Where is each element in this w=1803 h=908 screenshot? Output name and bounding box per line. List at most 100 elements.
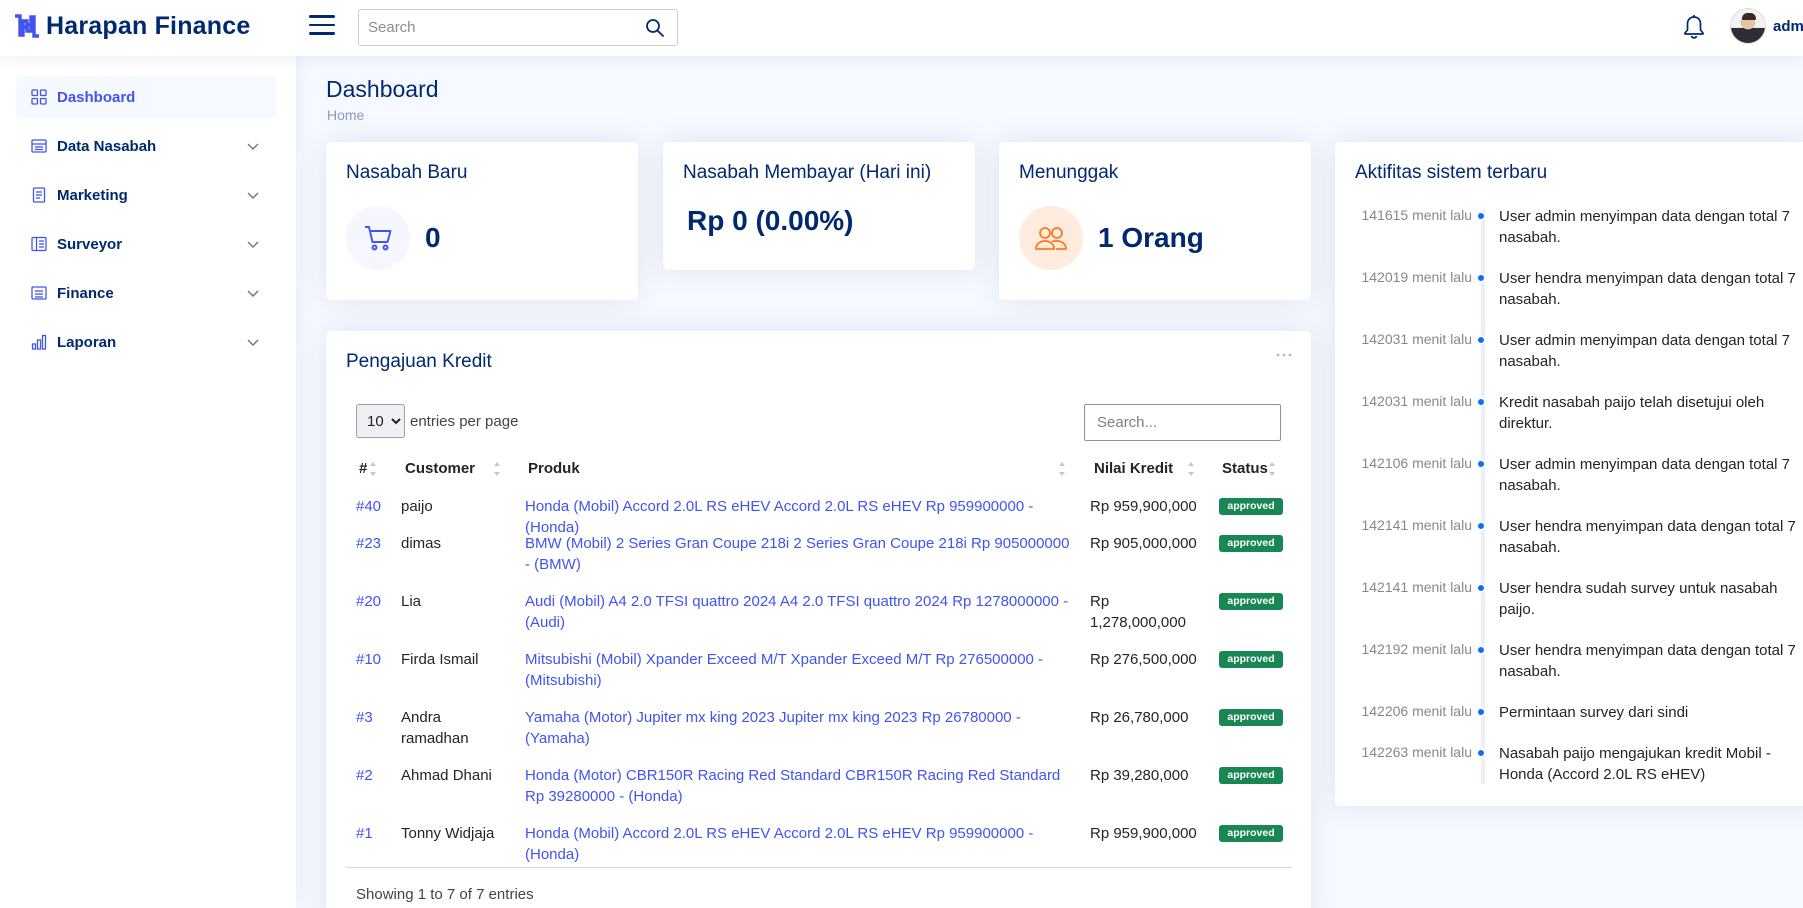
row-amount: Rp 1,278,000,000	[1090, 593, 1186, 631]
row-id-link[interactable]: #2	[356, 765, 373, 786]
timeline-dot	[1476, 397, 1486, 407]
activity-time: 142031 menit lalu	[1361, 331, 1472, 347]
user-name[interactable]: admin	[1773, 18, 1803, 35]
row-product-link[interactable]: Honda (Mobil) Accord 2.0L RS eHEV Accord…	[525, 823, 1073, 865]
sidebar-item-dashboard[interactable]: Dashboard	[16, 76, 276, 118]
timeline-dot	[1476, 335, 1486, 345]
nasabah-baru-card: Nasabah Baru 0	[326, 142, 638, 300]
activity-time: 142031 menit lalu	[1361, 393, 1472, 409]
layout-icon	[31, 236, 47, 252]
grid-icon	[31, 89, 47, 105]
timeline-dot	[1476, 748, 1486, 758]
timeline-dot	[1476, 273, 1486, 283]
breadcrumb[interactable]: Home	[327, 107, 364, 123]
status-badge: approved	[1219, 498, 1283, 515]
brand-name: Harapan Finance	[46, 12, 251, 40]
activity-time: 142141 menit lalu	[1361, 579, 1472, 595]
sidebar: Dashboard Data Nasabah Marketing Surveyo…	[0, 56, 296, 908]
brand-logo[interactable]: Harapan Finance	[14, 12, 250, 40]
sidebar-item-marketing[interactable]: Marketing	[16, 174, 276, 216]
menunggak-card: Menunggak 1 Orang	[999, 142, 1311, 300]
avatar[interactable]	[1730, 8, 1766, 44]
activity-text: User admin menyimpan data dengan total 7…	[1499, 208, 1791, 246]
sidebar-item-label: Surveyor	[57, 235, 123, 253]
row-amount: Rp 26,780,000	[1090, 709, 1189, 726]
table-search-input[interactable]	[1084, 404, 1281, 441]
row-customer: Ahmad Dhani	[401, 767, 492, 784]
column-header-nilai-kredit[interactable]: Nilai Kredit	[1094, 460, 1173, 477]
sort-icon[interactable]	[493, 458, 501, 480]
sidebar-item-data-nasabah[interactable]: Data Nasabah	[16, 125, 276, 167]
sidebar-item-label: Laporan	[57, 333, 117, 351]
card-list-icon	[31, 286, 47, 300]
sort-icon[interactable]	[369, 458, 377, 480]
row-id-link[interactable]: #40	[356, 496, 381, 517]
stat-value: 0	[425, 222, 441, 253]
stat-icon-wrap	[346, 206, 410, 270]
column-header-id[interactable]: #	[359, 460, 367, 477]
row-id-link[interactable]: #23	[356, 533, 381, 554]
activity-text: User hendra menyimpan data dengan total …	[1499, 642, 1796, 680]
stat-icon-wrap	[1019, 206, 1083, 270]
bell-icon[interactable]	[1682, 14, 1706, 40]
sort-icon[interactable]	[1268, 458, 1276, 480]
sidebar-item-finance[interactable]: Finance	[16, 272, 276, 314]
activity-text: User hendra menyimpan data dengan total …	[1499, 518, 1796, 556]
activity-text: Permintaan survey dari sindi	[1499, 704, 1689, 721]
sidebar-item-surveyor[interactable]: Surveyor	[16, 223, 276, 265]
timeline-dot	[1476, 583, 1486, 593]
search-input[interactable]	[359, 10, 629, 45]
sidebar-item-label: Data Nasabah	[57, 137, 157, 155]
row-product-link[interactable]: Mitsubishi (Mobil) Xpander Exceed M/T Xp…	[525, 649, 1073, 691]
top-header: Harapan Finance admin	[0, 0, 1803, 56]
row-customer: Andra ramadhan	[401, 709, 469, 747]
row-customer: paijo	[401, 498, 433, 515]
activity-time: 142141 menit lalu	[1361, 517, 1472, 533]
row-amount: Rp 905,000,000	[1090, 535, 1197, 552]
stat-value: 1 Orang	[1098, 222, 1204, 253]
row-id-link[interactable]: #20	[356, 591, 381, 612]
sidebar-item-label: Marketing	[57, 186, 128, 204]
row-amount: Rp 39,280,000	[1090, 767, 1189, 784]
column-header-status[interactable]: Status	[1222, 460, 1268, 477]
sidebar-item-laporan[interactable]: Laporan	[16, 321, 276, 363]
logo-icon	[15, 14, 39, 38]
chevron-down-icon	[247, 241, 259, 248]
entries-per-page-label: entries per page	[410, 413, 519, 430]
row-customer: Firda Ismail	[401, 651, 479, 668]
activity-time: 141615 menit lalu	[1361, 207, 1472, 223]
activity-time: 142106 menit lalu	[1361, 455, 1472, 471]
timeline-dot	[1476, 521, 1486, 531]
sort-icon[interactable]	[1058, 458, 1066, 480]
status-badge: approved	[1219, 825, 1283, 842]
row-product-link[interactable]: Honda (Mobil) Accord 2.0L RS eHEV Accord…	[525, 496, 1073, 538]
row-id-link[interactable]: #1	[356, 823, 373, 844]
journal-icon	[32, 187, 46, 203]
cart-icon	[365, 226, 392, 251]
nasabah-membayar-card: Nasabah Membayar (Hari ini) Rp 0 (0.00%)	[663, 142, 975, 270]
row-customer: Lia	[401, 593, 422, 610]
status-badge: approved	[1219, 709, 1283, 726]
row-id-link[interactable]: #10	[356, 649, 381, 670]
search-icon[interactable]	[645, 18, 665, 38]
more-options-icon[interactable]	[1276, 352, 1292, 358]
activity-text: User admin menyimpan data dengan total 7…	[1499, 332, 1791, 370]
row-amount: Rp 276,500,000	[1090, 651, 1197, 668]
row-product-link[interactable]: Yamaha (Motor) Jupiter mx king 2023 Jupi…	[525, 707, 1085, 749]
entries-per-page-select[interactable]: 10	[356, 404, 405, 438]
column-header-customer[interactable]: Customer	[405, 460, 475, 477]
activity-time: 142192 menit lalu	[1361, 641, 1472, 657]
card-title: Aktifitas sistem terbaru	[1355, 162, 1548, 183]
sidebar-item-label: Dashboard	[57, 88, 136, 106]
search-bar	[358, 9, 678, 46]
sidebar-toggle-button[interactable]	[309, 15, 335, 37]
column-header-produk[interactable]: Produk	[528, 460, 580, 477]
table-divider	[346, 867, 1292, 868]
row-product-link[interactable]: Audi (Mobil) A4 2.0 TFSI quattro 2024 A4…	[525, 591, 1073, 633]
row-product-link[interactable]: Honda (Motor) CBR150R Racing Red Standar…	[525, 765, 1073, 807]
row-id-link[interactable]: #3	[356, 707, 373, 728]
row-amount: Rp 959,900,000	[1090, 498, 1197, 515]
sort-icon[interactable]	[1187, 458, 1195, 480]
row-product-link[interactable]: BMW (Mobil) 2 Series Gran Coupe 218i 2 S…	[525, 533, 1073, 575]
table-info: Showing 1 to 7 of 7 entries	[356, 886, 534, 903]
